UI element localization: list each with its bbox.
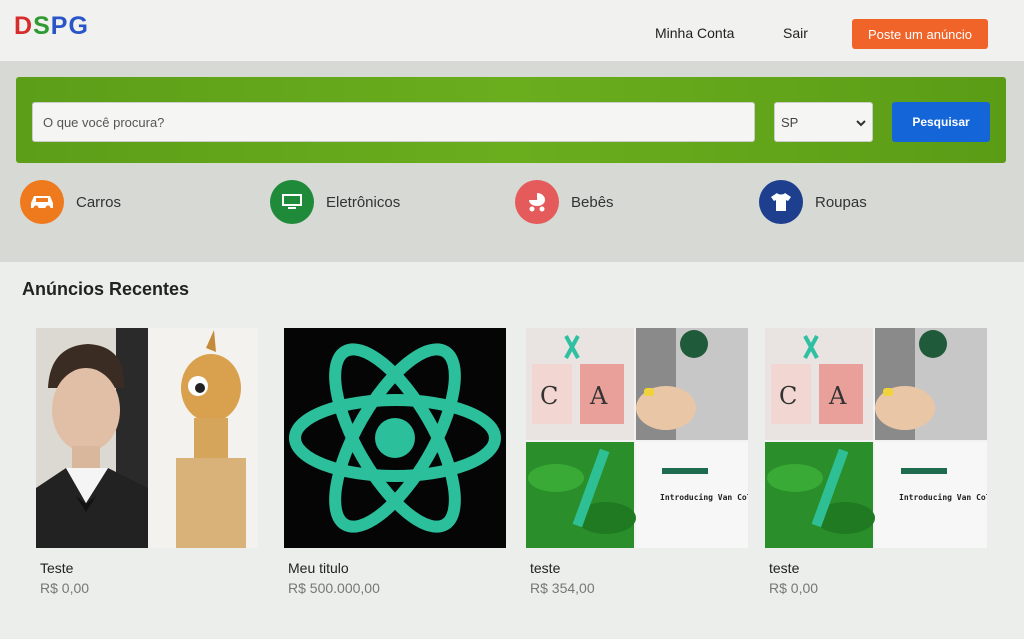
category-label: Bebês	[571, 193, 614, 211]
ad-title: Teste	[40, 560, 74, 576]
ad-card[interactable]: Meu titulo R$ 500.000,00	[284, 328, 506, 596]
logo-letter-s: S	[33, 12, 51, 40]
search-button[interactable]: Pesquisar	[892, 102, 990, 142]
site-logo[interactable]: DSPG	[14, 12, 89, 41]
react-logo-image	[284, 328, 506, 548]
chevron-down-icon	[856, 115, 866, 130]
category-carros[interactable]: Carros	[20, 180, 121, 224]
search-section: O que você procura? SP Pesquisar Carros …	[0, 62, 1024, 262]
ad-price: R$ 500.000,00	[288, 580, 380, 596]
category-bebes[interactable]: Bebês	[515, 180, 614, 224]
post-ad-button[interactable]: Poste um anúncio	[852, 19, 988, 49]
car-icon	[20, 180, 64, 224]
my-account-link[interactable]: Minha Conta	[655, 25, 734, 41]
search-input[interactable]: O que você procura?	[32, 102, 755, 142]
svg-text:C: C	[540, 382, 558, 410]
logo-letter-p: P	[50, 12, 69, 40]
state-select[interactable]: SP	[774, 102, 873, 142]
section-title: Anúncios Recentes	[22, 279, 190, 299]
logo-letter-g: G	[68, 12, 89, 40]
ad-card[interactable]: C A Introducing Van Cold Brew—Sweet Bold…	[765, 328, 987, 596]
category-label: Roupas	[815, 193, 867, 211]
monitor-icon	[270, 180, 314, 224]
category-eletronicos[interactable]: Eletrônicos	[270, 180, 400, 224]
baby-stroller-icon	[515, 180, 559, 224]
ad-card[interactable]: Teste R$ 0,00	[36, 328, 258, 596]
ad-image[interactable]: C A Introducing Van Cold Brew—Sweet Bold…	[765, 328, 987, 548]
ad-image[interactable]	[284, 328, 506, 548]
ad-price: R$ 0,00	[40, 580, 90, 596]
category-roupas[interactable]: Roupas	[759, 180, 867, 224]
ad-card[interactable]: C A Introducing Van Cold Brew—Sweet Bold…	[526, 328, 748, 596]
svg-text:C: C	[779, 382, 797, 410]
promo-text: Introducing Van Cold Brew—Sweet Bold.	[899, 492, 987, 502]
ad-image[interactable]	[36, 328, 258, 548]
top-header: DSPG Minha Conta Sair Poste um anúncio	[0, 0, 1024, 62]
category-label: Eletrônicos	[326, 193, 401, 211]
category-label: Carros	[76, 193, 122, 211]
ad-title: teste	[769, 560, 800, 576]
ad-title: Meu titulo	[288, 560, 349, 576]
search-bar: O que você procura? SP Pesquisar	[16, 77, 1006, 163]
svg-text:A: A	[828, 382, 847, 410]
ad-title: teste	[530, 560, 561, 576]
ad-image[interactable]: C A Introducing Van Cold Brew—Sweet Bold…	[526, 328, 748, 548]
logo-letter-d: D	[14, 12, 34, 40]
logout-link[interactable]: Sair	[783, 25, 808, 41]
svg-text:A: A	[589, 382, 608, 410]
ad-price: R$ 0,00	[769, 580, 819, 596]
ad-price: R$ 354,00	[530, 580, 595, 596]
state-select-value: SP	[781, 114, 799, 130]
promo-text: Introducing Van Cold Brew—Sweet Bold.	[660, 492, 748, 502]
shirt-icon	[759, 180, 803, 224]
recent-ads-section: Anúncios Recentes Teste R$ 0,00 Meu titu…	[0, 262, 1024, 639]
